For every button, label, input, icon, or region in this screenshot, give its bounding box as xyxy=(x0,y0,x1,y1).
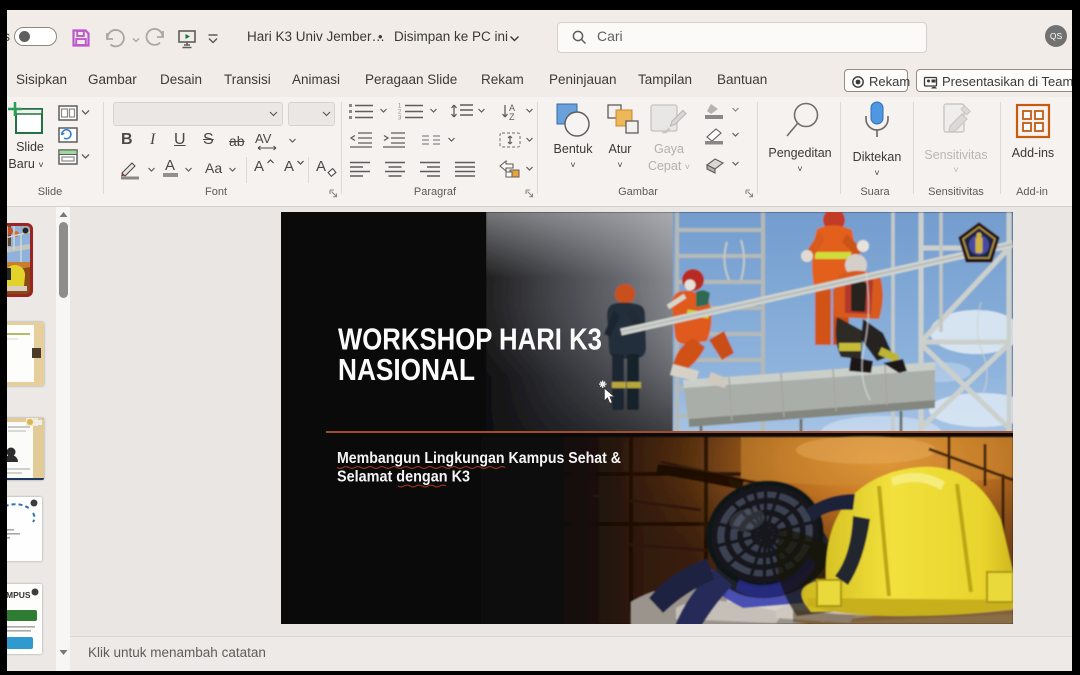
svg-text:Selamat dengan K3: Selamat dengan K3 xyxy=(337,469,470,486)
svg-text:Membangun Lingkungan Kampus Se: Membangun Lingkungan Kampus Sehat & xyxy=(337,450,621,467)
svg-text:NASIONAL: NASIONAL xyxy=(338,352,475,387)
svg-text:3: 3 xyxy=(398,116,402,121)
svg-text:MPUS: MPUS xyxy=(6,590,31,600)
svg-text:AV: AV xyxy=(255,131,272,146)
svg-text:Z: Z xyxy=(509,112,515,121)
